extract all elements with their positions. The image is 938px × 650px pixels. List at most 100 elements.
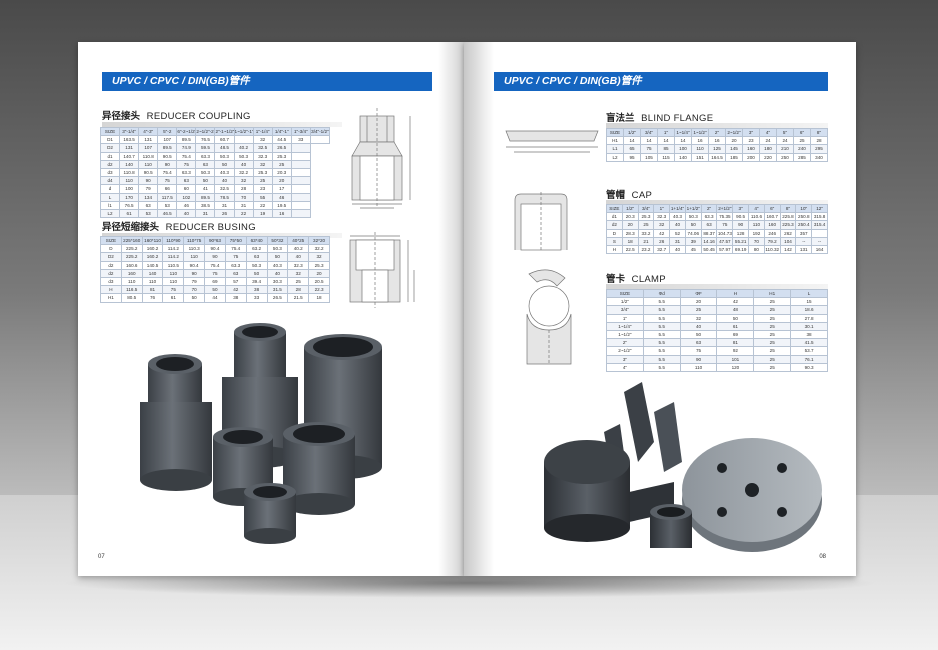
table-cell: 81 [141,285,164,295]
table-cell: 25 [793,136,811,146]
table-cell: 40.3 [214,167,235,178]
table-cell: 50 [245,268,268,278]
table-cell: 32 [252,159,273,169]
table-cell: 16 [708,136,726,146]
table-header-cell: 110*90 [162,235,185,246]
table-row: 1" 5.5 32 50 25 27.8 [606,313,828,323]
table-header-cell: 6" [793,127,811,138]
table-cell: 50.3 [214,151,235,161]
table-cell: 131 [119,143,140,153]
table-cell: 90 [157,159,178,169]
table-cell: 89.5 [195,192,216,202]
table-cell: 25 [753,313,792,323]
table-cell: 140 [141,268,164,278]
table-cell: 38 [790,329,828,340]
right-page: UPVC / CPVC / DIN(GB)管件 盲法兰 BLIND FLANGE… [464,42,856,576]
table-cell: d4 [99,176,121,186]
table-cell: 46 [176,200,197,210]
table-cell: 26.5 [266,293,289,303]
table-row: L2 61 53 46.5 40 31 26 22 19 16 [99,208,330,219]
table-cell: 110 [748,220,765,230]
table-cell: H1 [606,136,624,146]
table-header-cell: 3/4" [640,127,658,138]
table-cell: 50 [204,285,226,295]
table-cell: 90 [732,220,750,230]
table-header-cell: 1/2" [621,203,639,214]
right-page-number: 08 [819,554,826,560]
table-cell [290,167,311,178]
table-header-cell: 1"-1/4" [252,126,273,137]
table-cell [811,228,828,238]
table-cell: 90.4 [183,260,206,270]
table-header-row: SIZE 3"-1/4" 4"-3" 5"-2 6"-2~1/2" 2~1/2"-2" 2"… [99,126,331,137]
table-cell: 100 [119,184,140,194]
table-cell: 117.5 [157,192,178,202]
table-cell: 28 [287,285,310,295]
table-cell: 55 [252,192,273,202]
table-row: d2 160 140 110 90 75 63 50 40 32 20 [100,268,330,278]
right-banner: UPVC / CPVC / DIN(GB)管件 [494,72,828,91]
table-cell: 225.3 [779,220,797,230]
table-cell: 38 [224,293,247,303]
table-cell: 5.5 [642,313,681,323]
table-cell: 75.4 [176,151,197,161]
table-cell: 66 [157,184,178,194]
table-header-cell: 1/4"-1" [271,126,292,137]
table-cell: 33 [290,135,311,145]
table-row: 1~1/2" 5.5 50 69 25 38 [606,329,828,340]
table-cell: 63 [679,338,718,348]
table-cell: 46.5 [157,208,178,219]
table-cell: 53 [157,200,178,210]
table-cell: 23.2 [637,244,655,255]
table-cell: 40.3 [266,260,289,270]
table-cell: 30.1 [790,321,828,331]
blind-flange-table: SIZE 1/2" 3/4" 1" 1~1/4" 1~1/2" 2" 2~1/2" 3" 4" 5"… [606,127,828,162]
table-cell: 69.19 [732,244,750,255]
table-cell: 41.5 [790,338,828,348]
table-cell: 50 [716,313,755,323]
table-cell: 31 [214,200,235,210]
table-cell: 32 [308,252,330,262]
table-cell: 79 [183,276,206,287]
table-cell: 160.2 [141,244,164,254]
table-cell: 60.7 [214,135,235,145]
table-cell: 70 [233,192,254,202]
table-cell: 76.5 [195,135,216,145]
table-header-cell: 160*110 [141,235,164,246]
table-cell: 50 [214,159,235,169]
table-header-cell: 3" [742,127,760,138]
reducer-busing-title-en: REDUCER BUSING [165,222,256,233]
table-header-cell: 5"-2 [157,126,178,137]
table-cell: d2 [100,260,122,270]
table-cell [290,184,311,194]
table-cell: 50 [195,176,216,186]
table-cell: 40 [679,321,718,331]
table-header-cell: 1~1/4" [674,127,692,138]
table-cell: 88.37 [700,228,718,238]
table-cell: 142 [779,244,797,255]
table-header-cell: 40*25 [287,235,310,246]
table-cell: 90 [138,176,159,186]
table-cell: 18.6 [790,305,828,315]
table-cell: 50 [684,220,702,230]
table-cell: 61 [162,293,185,303]
table-cell: 41 [195,184,216,194]
table-cell: 70 [183,285,206,295]
table-cell: 40 [266,268,289,278]
table-header-row: SIZE Φd ΦF H H1 L [606,288,828,299]
table-cell: 3/4" [606,305,644,315]
table-cell: 50.3 [684,212,702,222]
table-cell: 25 [252,176,273,186]
table-cell: 63 [138,200,159,210]
table-cell: 110 [138,159,159,169]
table-cell: 63 [245,252,268,262]
table-cell: 69 [204,276,226,287]
table-cell: 104 [779,236,797,246]
table-cell: 69 [716,329,755,340]
table-cell: d3 [100,276,122,287]
table-cell: 110.6 [748,212,765,222]
table-cell: D [100,244,122,254]
table-cell: 110.3 [183,244,206,254]
table-cell: 110.5 [162,260,185,270]
table-cell: 3" [606,354,644,364]
